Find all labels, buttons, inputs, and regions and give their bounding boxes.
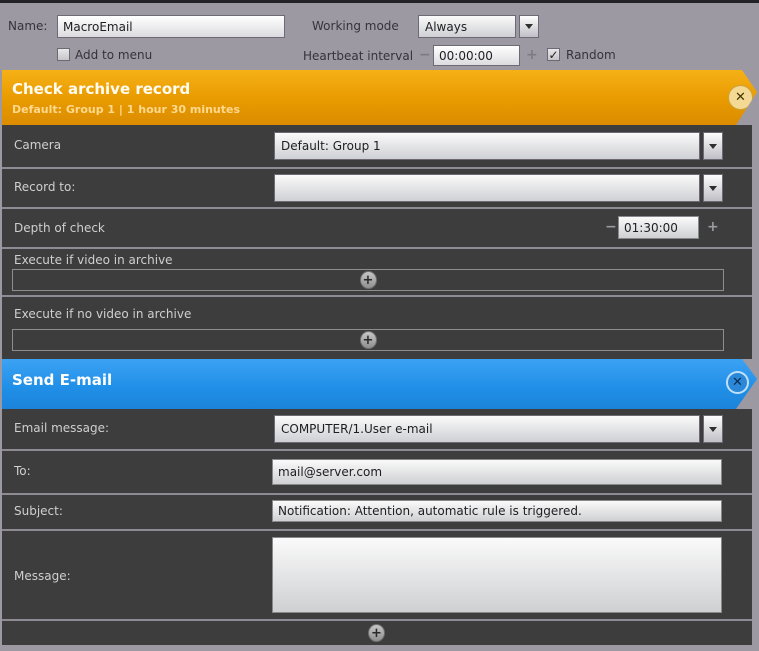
camera-row: Camera Default: Group 1 bbox=[2, 125, 752, 167]
random-checkbox[interactable]: ✓ bbox=[547, 48, 560, 61]
check-archive-subtitle: Default: Group 1 | 1 hour 30 minutes bbox=[12, 103, 240, 116]
execute-if-video-row: Execute if video in archive + bbox=[2, 247, 752, 295]
add-to-menu-checkbox[interactable] bbox=[57, 48, 70, 61]
email-message-row: Email message: COMPUTER/1.User e-mail bbox=[2, 409, 752, 449]
message-textarea[interactable] bbox=[272, 537, 722, 613]
camera-label: Camera bbox=[14, 138, 61, 152]
check-archive-header: Check archive record Default: Group 1 | … bbox=[2, 70, 757, 125]
to-row: To: bbox=[2, 449, 752, 493]
camera-dropdown-button[interactable] bbox=[703, 132, 723, 160]
camera-value: Default: Group 1 bbox=[281, 139, 381, 153]
record-to-row: Record to: bbox=[2, 167, 752, 207]
heartbeat-interval-input[interactable] bbox=[433, 45, 520, 66]
add-action-button[interactable]: + bbox=[360, 331, 377, 349]
subject-row: Subject: bbox=[2, 493, 752, 529]
heartbeat-interval-label: Heartbeat interval bbox=[303, 49, 413, 63]
depth-plus-button[interactable]: + bbox=[707, 219, 719, 235]
depth-of-check-input[interactable] bbox=[618, 216, 699, 239]
subject-label: Subject: bbox=[14, 504, 63, 518]
email-message-value: COMPUTER/1.User e-mail bbox=[281, 422, 433, 436]
execute-if-video-actionbar: + bbox=[12, 269, 724, 291]
depth-of-check-label: Depth of check bbox=[14, 221, 105, 235]
close-icon[interactable]: ✕ bbox=[726, 371, 749, 394]
execute-if-no-video-actionbar: + bbox=[12, 329, 724, 351]
subject-input[interactable] bbox=[272, 500, 722, 522]
camera-dropdown[interactable]: Default: Group 1 bbox=[274, 132, 700, 160]
send-email-title: Send E-mail bbox=[12, 371, 112, 389]
message-row: Message: bbox=[2, 529, 752, 619]
message-label: Message: bbox=[14, 569, 71, 583]
heartbeat-plus-button[interactable]: + bbox=[526, 47, 538, 63]
record-to-dropdown[interactable] bbox=[274, 174, 700, 202]
add-action-button[interactable]: + bbox=[360, 271, 377, 289]
record-to-label: Record to: bbox=[14, 180, 75, 194]
email-message-dropdown[interactable]: COMPUTER/1.User e-mail bbox=[274, 415, 700, 443]
check-archive-title: Check archive record bbox=[12, 80, 190, 98]
send-email-body: Email message: COMPUTER/1.User e-mail To… bbox=[2, 409, 752, 645]
email-message-label: Email message: bbox=[14, 421, 109, 435]
working-mode-dropdown[interactable]: Always bbox=[418, 15, 516, 38]
working-mode-label: Working mode bbox=[312, 19, 399, 33]
to-input[interactable] bbox=[272, 459, 722, 485]
working-mode-value: Always bbox=[425, 20, 467, 34]
random-label: Random bbox=[566, 48, 616, 62]
depth-of-check-row: Depth of check − + bbox=[2, 207, 752, 247]
dropdown-arrow-icon bbox=[709, 186, 717, 191]
name-input[interactable] bbox=[57, 15, 285, 38]
add-action-row: + bbox=[2, 619, 752, 645]
name-label: Name: bbox=[8, 19, 47, 33]
record-to-dropdown-button[interactable] bbox=[703, 174, 723, 202]
depth-minus-button[interactable]: − bbox=[605, 219, 617, 235]
add-to-menu-label: Add to menu bbox=[75, 48, 152, 62]
execute-if-video-label: Execute if video in archive bbox=[14, 253, 173, 267]
dropdown-arrow-icon bbox=[525, 24, 533, 29]
send-email-header: Send E-mail ✕ bbox=[2, 359, 757, 409]
add-action-button[interactable]: + bbox=[368, 624, 385, 642]
execute-if-no-video-label: Execute if no video in archive bbox=[14, 307, 191, 321]
heartbeat-minus-button[interactable]: − bbox=[419, 47, 431, 63]
macro-general-settings: Name: Working mode Always Add to menu He… bbox=[0, 3, 759, 70]
check-archive-body: Camera Default: Group 1 Record to: Depth… bbox=[2, 125, 752, 359]
dropdown-arrow-icon bbox=[709, 144, 717, 149]
close-icon[interactable]: ✕ bbox=[728, 85, 753, 110]
email-message-dropdown-button[interactable] bbox=[703, 415, 723, 443]
to-label: To: bbox=[14, 464, 31, 478]
dropdown-arrow-icon bbox=[709, 427, 717, 432]
execute-if-no-video-row: Execute if no video in archive + bbox=[2, 295, 752, 359]
working-mode-dropdown-button[interactable] bbox=[519, 15, 539, 38]
